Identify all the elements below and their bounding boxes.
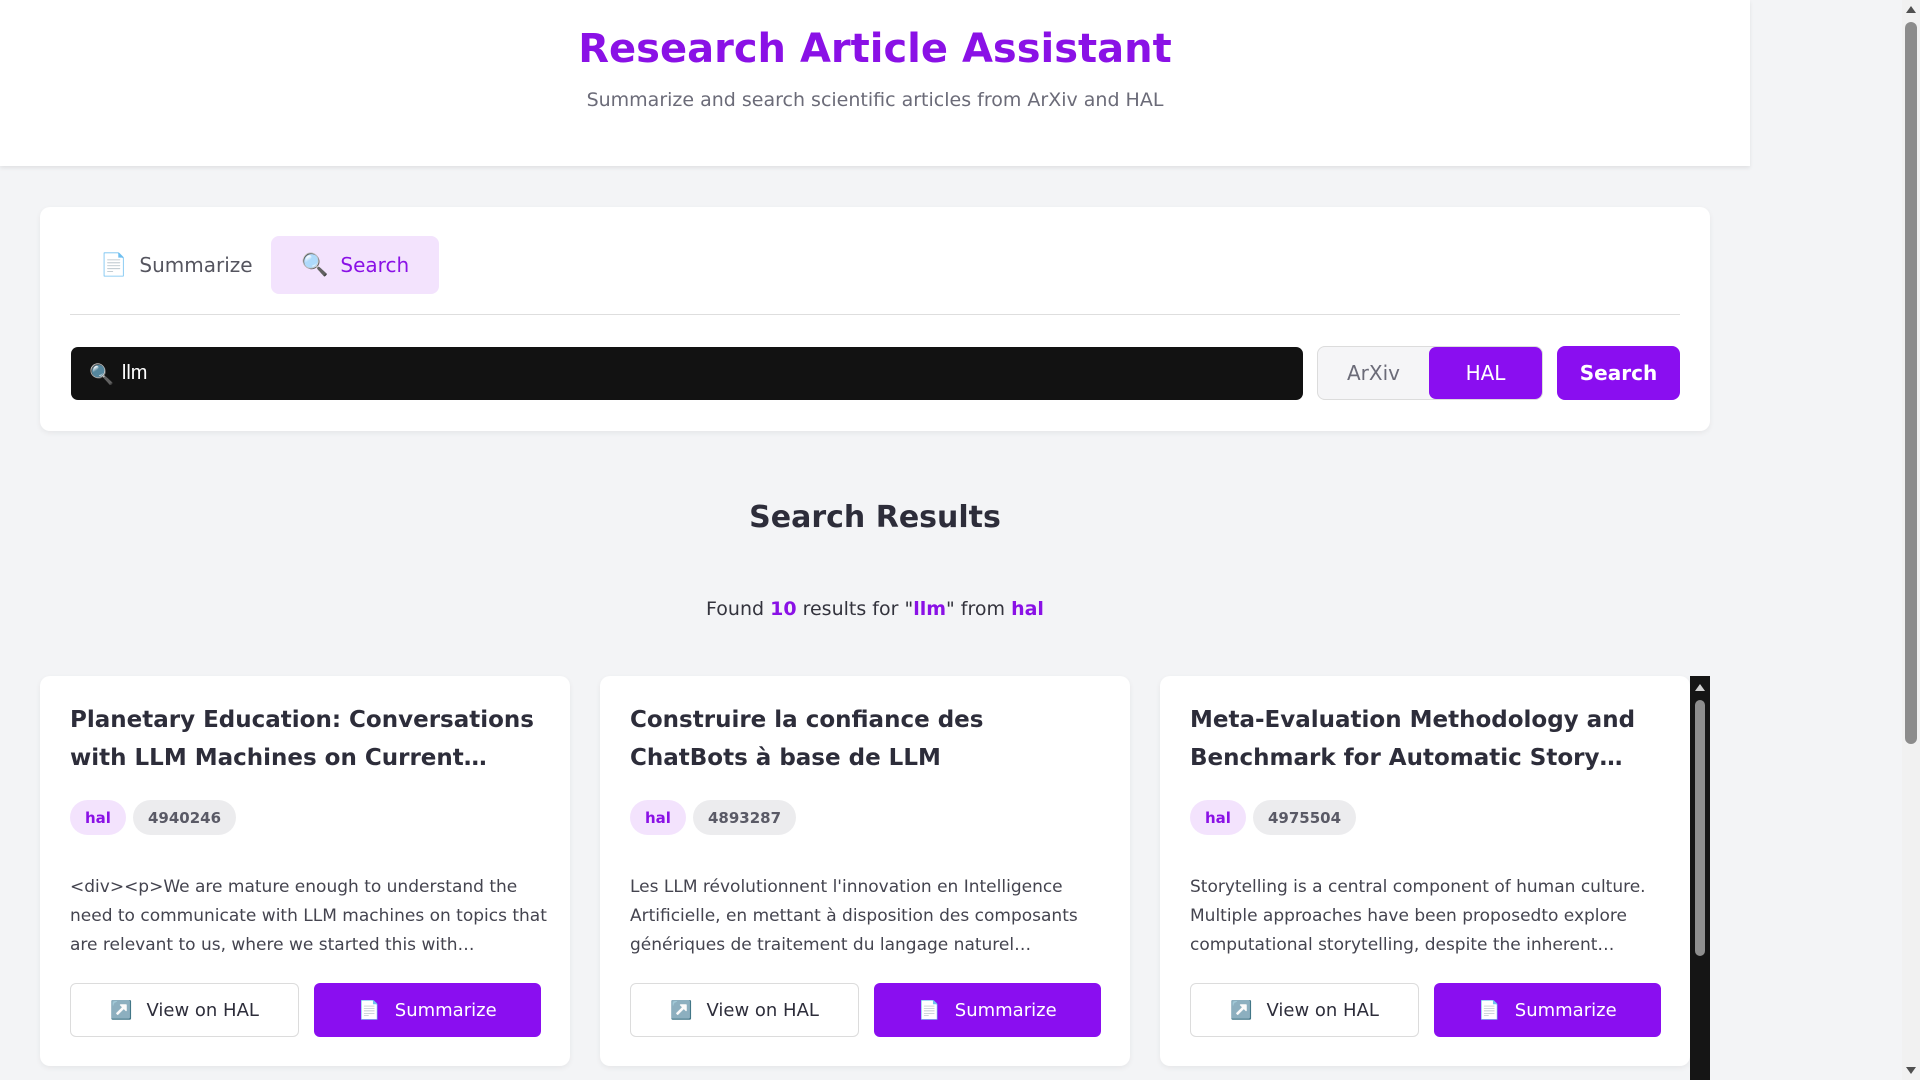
- tabs-divider: [70, 314, 1680, 315]
- app-subtitle: Summarize and search scientific articles…: [586, 89, 1164, 111]
- source-hal-button[interactable]: HAL: [1429, 347, 1542, 399]
- search-field[interactable]: 🔍: [71, 347, 1303, 400]
- tab-search-label: Search: [340, 253, 410, 277]
- source-tag: hal: [1190, 800, 1246, 835]
- document-icon: 📄: [918, 999, 941, 1021]
- results-query: llm: [913, 598, 947, 620]
- summarize-button[interactable]: 📄 Summarize: [314, 983, 541, 1037]
- summarize-label: Summarize: [1514, 999, 1617, 1021]
- document-icon: 📄: [1478, 999, 1501, 1021]
- view-on-hal-button[interactable]: ↗️ View on HAL: [70, 983, 299, 1037]
- app-title: Research Article Assistant: [578, 26, 1172, 72]
- tab-summarize[interactable]: 📄 Summarize: [70, 236, 283, 294]
- card-abstract: <div><p>We are mature enough to understa…: [70, 877, 547, 955]
- view-on-hal-label: View on HAL: [146, 999, 259, 1021]
- page-scrollbar-thumb[interactable]: [1905, 22, 1917, 744]
- results-count: 10: [770, 598, 797, 620]
- result-card: Meta-Evaluation Methodology and Benchmar…: [1160, 676, 1690, 1066]
- results-scrollbar[interactable]: [1690, 676, 1710, 1080]
- external-link-icon: ↗️: [110, 999, 133, 1021]
- source-toggle: ArXiv HAL: [1317, 346, 1543, 400]
- results-title: Search Results: [749, 500, 1001, 535]
- external-link-icon: ↗️: [1230, 999, 1253, 1021]
- source-tag: hal: [70, 800, 126, 835]
- search-button[interactable]: Search: [1557, 346, 1680, 400]
- scroll-up-arrow-icon[interactable]: [1695, 684, 1705, 691]
- search-icon: 🔍: [89, 361, 114, 386]
- results-summary-mid: results for ": [796, 598, 914, 620]
- document-icon: 📄: [358, 999, 381, 1021]
- view-on-hal-button[interactable]: ↗️ View on HAL: [1190, 983, 1419, 1037]
- card-title: Planetary Education: Conversations with …: [70, 707, 534, 771]
- external-link-icon: ↗️: [670, 999, 693, 1021]
- card-title: Construire la confiance des ChatBots à b…: [630, 707, 984, 771]
- search-input[interactable]: [121, 362, 1272, 385]
- source-arxiv-button[interactable]: ArXiv: [1318, 347, 1429, 399]
- result-card: Planetary Education: Conversations with …: [40, 676, 570, 1066]
- view-on-hal-label: View on HAL: [1266, 999, 1379, 1021]
- search-panel: 📄 Summarize 🔍 Search 🔍 ArXiv HAL Search: [40, 207, 1710, 431]
- view-on-hal-button[interactable]: ↗️ View on HAL: [630, 983, 859, 1037]
- scroll-up-arrow-icon[interactable]: [1906, 6, 1916, 13]
- card-abstract: Storytelling is a central component of h…: [1190, 877, 1646, 955]
- magnifier-icon: 🔍: [301, 252, 329, 278]
- page-scrollbar[interactable]: [1902, 0, 1920, 1080]
- results-summary-prefix: Found: [706, 598, 771, 620]
- document-icon: 📄: [100, 252, 128, 278]
- id-tag: 4893287: [693, 800, 797, 835]
- summarize-label: Summarize: [394, 999, 497, 1021]
- summarize-button[interactable]: 📄 Summarize: [874, 983, 1101, 1037]
- results-scrollbar-thumb[interactable]: [1695, 700, 1705, 956]
- tab-summarize-label: Summarize: [139, 253, 253, 277]
- results-summary-mid2: " from: [946, 598, 1012, 620]
- source-tag: hal: [630, 800, 686, 835]
- tab-search[interactable]: 🔍 Search: [271, 236, 440, 294]
- summarize-label: Summarize: [954, 999, 1057, 1021]
- summarize-button[interactable]: 📄 Summarize: [1434, 983, 1661, 1037]
- id-tag: 4940246: [133, 800, 237, 835]
- id-tag: 4975504: [1253, 800, 1357, 835]
- card-abstract: Les LLM révolutionnent l'innovation en I…: [630, 877, 1078, 955]
- card-title: Meta-Evaluation Methodology and Benchmar…: [1190, 707, 1636, 771]
- result-card: Construire la confiance des ChatBots à b…: [600, 676, 1130, 1066]
- results-source: hal: [1011, 598, 1044, 620]
- scroll-down-arrow-icon[interactable]: [1906, 1067, 1916, 1074]
- results-summary: Found 10 results for "llm" from hal: [0, 598, 1750, 620]
- view-on-hal-label: View on HAL: [706, 999, 819, 1021]
- app-header: Research Article Assistant Summarize and…: [0, 0, 1750, 166]
